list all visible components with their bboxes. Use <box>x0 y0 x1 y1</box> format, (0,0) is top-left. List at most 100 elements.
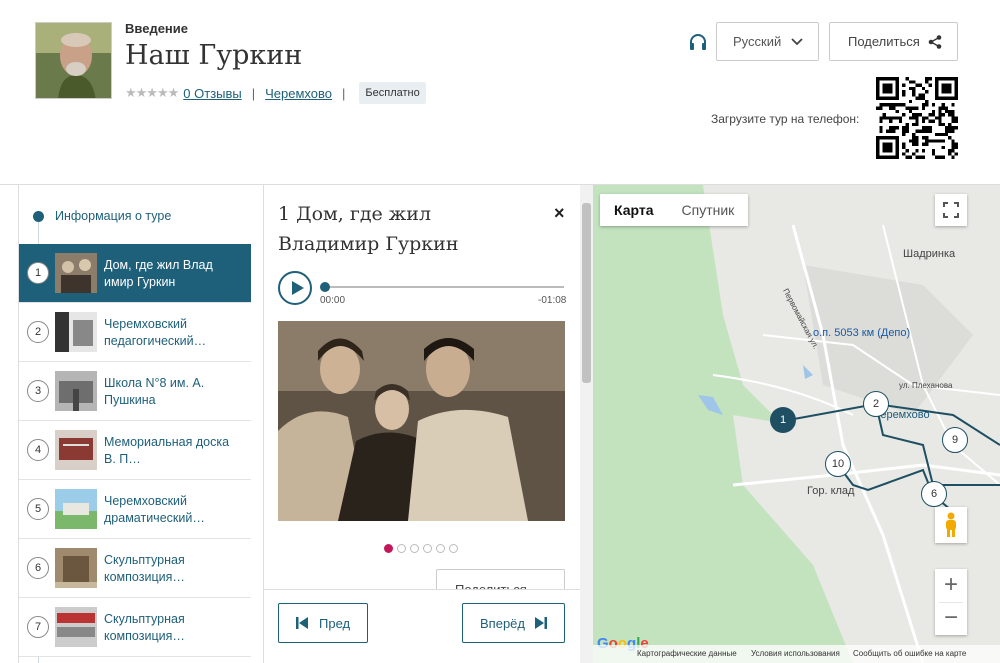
stop-label: Скульптурная композиция… <box>104 553 185 584</box>
stop-thumbnail <box>55 430 97 470</box>
stop-number: 1 <box>27 262 49 284</box>
skip-previous-icon <box>296 617 308 629</box>
close-icon[interactable]: × <box>554 203 565 224</box>
rating-stars[interactable]: ★★★★★ <box>125 85 179 101</box>
next-button[interactable]: Вперёд <box>462 603 565 643</box>
stop-label: Черемховский драматический… <box>104 494 205 525</box>
stop-number: 4 <box>27 439 49 461</box>
share-button[interactable]: Поделиться <box>829 22 958 61</box>
audio-track[interactable] <box>324 286 564 288</box>
stop-detail: 1 Дом, где жил Владимир Гуркин × 00:00 -… <box>264 185 580 663</box>
photo-pagination <box>384 544 458 553</box>
stop-label: Мемориальная доска В. П… <box>104 435 230 466</box>
stop-thumbnail <box>55 371 97 411</box>
stop-photo[interactable] <box>278 321 565 521</box>
pagination-dot[interactable] <box>436 544 445 553</box>
pagination-dot[interactable] <box>449 544 458 553</box>
tour-header: Введение Наш Гуркин ★★★★★ 0 Отзывы | Чер… <box>0 0 1000 185</box>
stop-label: Дом, где жил Влад имир Гуркин <box>104 258 213 289</box>
pagination-dot[interactable] <box>397 544 406 553</box>
stop-navigation: Пред Вперёд <box>264 589 580 663</box>
language-select-value: Русский <box>733 34 782 49</box>
timeline-dot-icon <box>33 211 44 222</box>
street-view-pegman-icon[interactable] <box>935 507 967 543</box>
stop-label: Школа N°8 им. А. Пушкина <box>104 376 205 407</box>
pagination-dot[interactable] <box>384 544 393 553</box>
zoom-control: + − <box>935 569 967 635</box>
play-icon[interactable] <box>278 271 312 305</box>
map-data-link[interactable]: Картографические данные <box>637 649 737 658</box>
prev-button[interactable]: Пред <box>278 603 368 643</box>
map-marker-9[interactable]: 9 <box>942 427 968 453</box>
map-footer: Картографические данные Условия использо… <box>593 645 1000 663</box>
tour-info-item[interactable]: Информация о туре <box>19 201 251 231</box>
map-marker-6[interactable]: 6 <box>921 481 947 507</box>
author-avatar <box>35 22 112 99</box>
audio-knob[interactable] <box>320 282 330 292</box>
stop-label: Черемховский педагогический… <box>104 317 207 348</box>
stop-number: 6 <box>27 557 49 579</box>
zoom-in-icon[interactable]: + <box>944 569 958 602</box>
stop-item-3[interactable]: 3 Школа N°8 им. А. Пушкина <box>19 362 251 421</box>
map-report-link[interactable]: Сообщить об ошибке на карте <box>853 649 966 658</box>
stop-thumbnail <box>55 253 97 293</box>
tour-subtitle: Введение <box>125 21 188 36</box>
tour-info-label: Информация о туре <box>55 209 172 223</box>
stop-number: 3 <box>27 380 49 402</box>
tab-map[interactable]: Карта <box>600 194 668 226</box>
stop-item-7[interactable]: 7 Скульптурная композиция… <box>19 598 251 657</box>
stop-item-5[interactable]: 5 Черемховский драматический… <box>19 480 251 539</box>
stop-thumbnail <box>55 312 97 352</box>
map-marker-2[interactable]: 2 <box>863 391 889 417</box>
pagination-dot[interactable] <box>423 544 432 553</box>
skip-next-icon <box>535 617 547 629</box>
marker-number: 2 <box>872 398 880 410</box>
map-marker-1[interactable]: 1 <box>770 407 796 433</box>
stop-item-4[interactable]: 4 Мемориальная доска В. П… <box>19 421 251 480</box>
share-icon <box>928 35 942 49</box>
reviews-link[interactable]: 0 Отзывы <box>183 86 241 101</box>
location-link[interactable]: Черемхово <box>265 86 332 101</box>
zoom-out-icon[interactable]: − <box>939 602 963 635</box>
audio-time-start: 00:00 <box>320 295 346 306</box>
next-button-label: Вперёд <box>480 615 525 631</box>
map-label-street: ул. Плеханова <box>899 381 953 390</box>
pagination-dot[interactable] <box>410 544 419 553</box>
prev-button-label: Пред <box>319 615 351 631</box>
marker-number: 1 <box>779 414 787 426</box>
tour-meta: ★★★★★ 0 Отзывы | Черемхово | Бесплатно <box>125 82 426 104</box>
qr-code[interactable] <box>876 77 958 159</box>
tour-map[interactable]: Карта Спутник + − Шадринка о.п. 5053 км … <box>593 185 1000 663</box>
stop-item-2[interactable]: 2 Черемховский педагогический… <box>19 303 251 362</box>
detail-scrollbar[interactable] <box>580 185 593 663</box>
marker-number: 9 <box>951 434 959 446</box>
stop-share-button[interactable]: Поделиться <box>436 569 565 591</box>
language-select[interactable]: Русский <box>716 22 819 61</box>
audio-time-end: -01:08 <box>538 295 567 306</box>
stop-number: 7 <box>27 616 49 638</box>
scrollbar-thumb[interactable] <box>582 203 591 383</box>
fullscreen-icon[interactable] <box>935 194 967 226</box>
tour-content: Информация о туре 1 Дом, где жил Влад им… <box>0 184 1000 663</box>
stop-thumbnail <box>55 489 97 529</box>
map-marker-10[interactable]: 10 <box>825 451 851 477</box>
map-label-station: о.п. 5053 км (Депо) <box>813 327 911 339</box>
map-type-tabs: Карта Спутник <box>600 194 749 226</box>
stop-list: Информация о туре 1 Дом, где жил Влад им… <box>18 185 264 663</box>
price-badge: Бесплатно <box>359 82 426 104</box>
tab-satellite[interactable]: Спутник <box>668 194 749 226</box>
marker-number: 6 <box>930 488 938 500</box>
map-label-shadrinka: Шадринка <box>903 248 956 260</box>
stop-item-1[interactable]: 1 Дом, где жил Влад имир Гуркин <box>19 244 251 303</box>
stop-item-6[interactable]: 6 Скульптурная композиция… <box>19 539 251 598</box>
chevron-down-icon <box>791 38 803 46</box>
map-label-klad: Гор. клад <box>807 485 855 497</box>
meta-divider: | <box>251 85 256 101</box>
map-terms-link[interactable]: Условия использования <box>751 649 840 658</box>
headphones-icon <box>690 34 706 50</box>
share-button-label: Поделиться <box>848 34 920 49</box>
stop-title: 1 Дом, где жил Владимир Гуркин <box>278 203 459 255</box>
qr-label: Загрузите тур на телефон: <box>711 112 860 126</box>
stop-number: 5 <box>27 498 49 520</box>
marker-number: 10 <box>831 458 845 470</box>
